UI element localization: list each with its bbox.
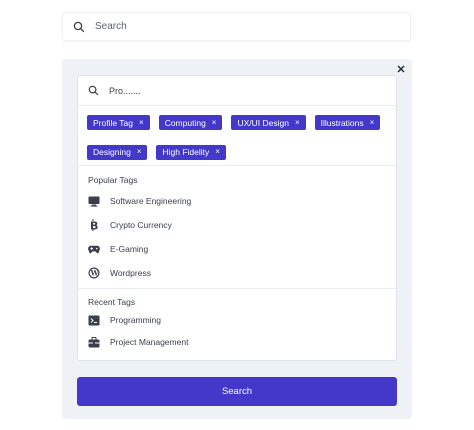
tag-label: UX/UI Design: [237, 117, 289, 128]
tag-label: High Fidelity: [162, 147, 210, 157]
search-icon: [73, 21, 85, 33]
tag-label: Illustrations: [320, 117, 364, 128]
monitor-icon: [88, 195, 100, 207]
popular-tag-item[interactable]: B Crypto Currency: [78, 213, 396, 237]
bitcoin-icon: B: [88, 219, 100, 231]
remove-tag-icon[interactable]: ×: [295, 118, 300, 127]
popular-tag-item[interactable]: Software Engineering: [78, 189, 396, 213]
briefcase-icon: [88, 336, 100, 348]
search-button[interactable]: Search: [77, 377, 397, 406]
recent-tag-label: Project Management: [110, 337, 189, 347]
recent-tags-title: Recent Tags: [88, 297, 136, 307]
popular-tag-label: Software Engineering: [110, 196, 192, 206]
recent-tag-item[interactable]: Programming: [78, 309, 396, 331]
tag-chip[interactable]: Profile Tag ×: [87, 115, 150, 130]
close-icon[interactable]: [396, 64, 406, 74]
tag-label: Profile Tag: [93, 117, 134, 128]
tag-search-input[interactable]: Pro.......: [78, 76, 396, 106]
tag-label: Computing: [164, 117, 206, 128]
popular-tags-title: Popular Tags: [88, 175, 138, 185]
tag-chip[interactable]: Illustrations ×: [314, 115, 381, 130]
selected-tags: Profile Tag × Computing × UX/UI Design × Il…: [78, 106, 396, 166]
remove-tag-icon[interactable]: ×: [212, 118, 217, 127]
tag-chip[interactable]: Computing ×: [158, 115, 223, 130]
tag-chip[interactable]: High Fidelity ×: [156, 144, 226, 160]
remove-tag-icon[interactable]: ×: [139, 118, 144, 127]
recent-tags-section: Recent Tags Programming Project Manageme…: [78, 289, 396, 353]
svg-text:B: B: [90, 220, 98, 232]
popular-tag-item[interactable]: W Wordpress: [78, 261, 396, 285]
recent-tag-label: Programming: [110, 315, 162, 325]
tag-chip[interactable]: Designing ×: [87, 144, 148, 160]
tag-label: Designing: [93, 147, 131, 157]
svg-text:W: W: [90, 269, 99, 278]
recent-tag-item[interactable]: Project Management: [78, 331, 396, 353]
popular-tag-item[interactable]: E-Gaming: [78, 237, 396, 261]
remove-tag-icon[interactable]: ×: [370, 118, 375, 127]
tag-picker-panel: Pro....... Profile Tag × Computing × UX/UI…: [62, 59, 412, 419]
popular-tag-label: Wordpress: [110, 268, 151, 278]
gamepad-icon: [88, 243, 100, 255]
popular-tags-section: Popular Tags Software Engineering B Cryp…: [78, 166, 396, 289]
remove-tag-icon[interactable]: ×: [215, 148, 220, 156]
terminal-icon: [88, 314, 100, 326]
search-icon: [88, 85, 99, 96]
wordpress-icon: W: [88, 267, 100, 279]
tag-picker-card: Pro....... Profile Tag × Computing × UX/UI…: [77, 75, 397, 361]
popular-tag-label: E-Gaming: [110, 244, 149, 254]
popular-tag-label: Crypto Currency: [110, 220, 172, 230]
remove-tag-icon[interactable]: ×: [137, 148, 142, 156]
tag-search-value: Pro.......: [109, 85, 141, 96]
top-search-placeholder: Search: [95, 21, 127, 32]
top-search-bar[interactable]: Search: [62, 12, 411, 41]
tag-chip[interactable]: UX/UI Design ×: [231, 115, 306, 130]
